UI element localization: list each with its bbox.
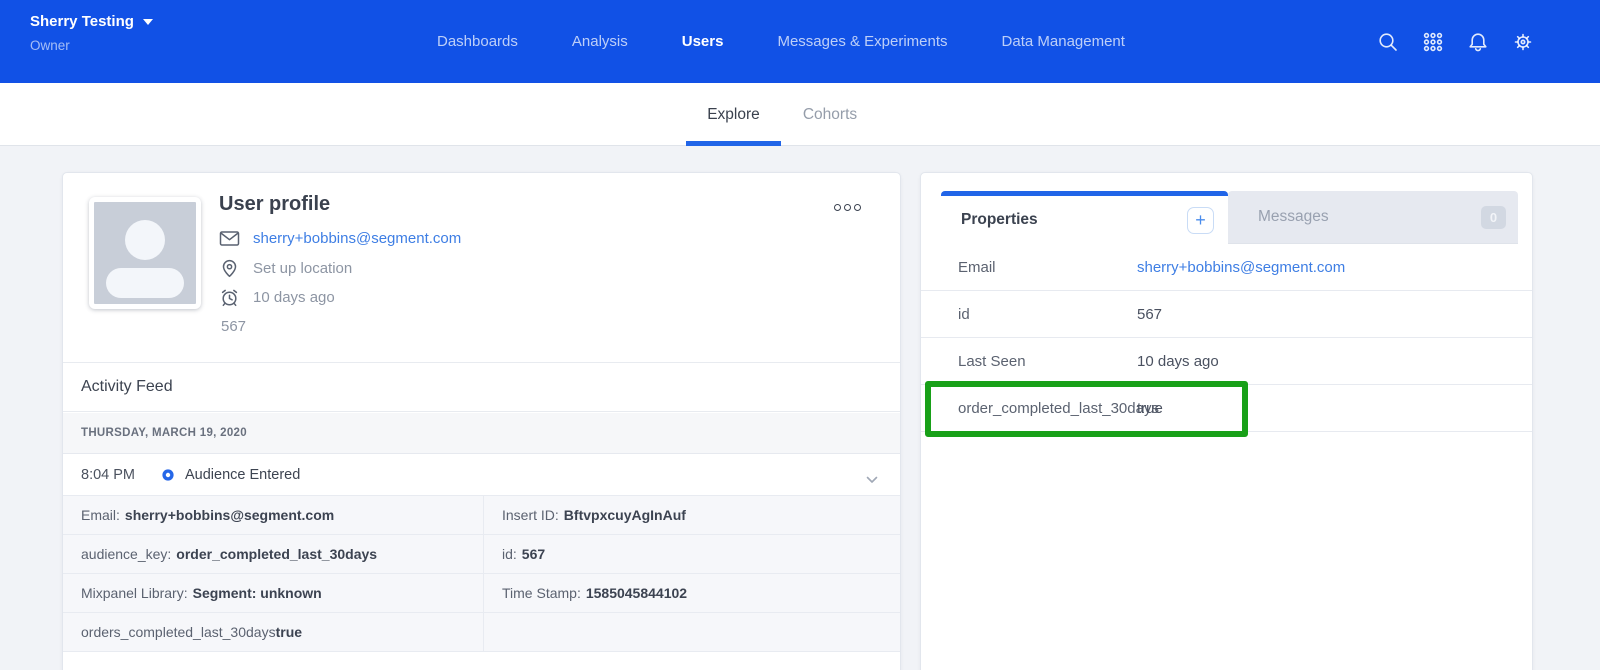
detail-cell-audience-key: audience_key:order_completed_last_30days [63, 535, 484, 574]
event-detail-table: Email:sherry+bobbins@segment.com Insert … [63, 495, 900, 652]
detail-cell-empty [484, 613, 900, 652]
property-key: Last Seen [921, 353, 1137, 370]
property-key: Email [921, 259, 1137, 276]
property-row-last-seen: Last Seen 10 days ago [921, 338, 1532, 385]
avatar-head-shape [125, 220, 165, 260]
tab-properties[interactable]: Properties + [941, 191, 1228, 244]
add-property-button[interactable]: + [1187, 207, 1214, 234]
table-row: Email:sherry+bobbins@segment.com Insert … [63, 496, 900, 535]
activity-date-label: THURSDAY, MARCH 19, 2020 [81, 427, 247, 439]
detail-cell-timestamp: Time Stamp:1585045844102 [484, 574, 900, 613]
property-row-id: id 567 [921, 291, 1532, 338]
avatar [89, 197, 201, 309]
top-navigation: Sherry Testing Owner Dashboards Analysis… [0, 0, 1600, 83]
tab-cohorts[interactable]: Cohorts [800, 83, 860, 146]
tab-properties-label: Properties [961, 211, 1187, 229]
chevron-down-icon[interactable] [866, 471, 878, 479]
table-row: audience_key:order_completed_last_30days… [63, 535, 900, 574]
nav-item-data-management[interactable]: Data Management [1002, 33, 1125, 50]
user-profile-card: User profile sherry+bobbins@segment.com … [62, 172, 901, 670]
avatar-torso-shape [106, 268, 184, 298]
tab-messages-label: Messages [1258, 208, 1481, 226]
tab-messages[interactable]: Messages 0 [1228, 191, 1518, 244]
detail-cell-insert-id: Insert ID:BftvpxcuyAgInAuf [484, 496, 900, 535]
profile-email-link[interactable]: sherry+bobbins@segment.com [253, 230, 461, 247]
activity-date-row: THURSDAY, MARCH 19, 2020 [63, 413, 900, 454]
more-options-button[interactable] [834, 204, 861, 211]
nav-item-analysis[interactable]: Analysis [572, 33, 628, 50]
tab-explore[interactable]: Explore [686, 83, 781, 146]
property-value: 10 days ago [1137, 353, 1219, 370]
activity-event-row[interactable]: 8:04 PM Audience Entered [63, 455, 900, 495]
apps-grid-icon[interactable] [1422, 31, 1444, 53]
event-time: 8:04 PM [81, 467, 161, 483]
detail-cell-orders-completed: orders_completed_last_30daystrue [63, 613, 484, 652]
profile-location-text[interactable]: Set up location [253, 260, 352, 277]
detail-cell-id: id:567 [484, 535, 900, 574]
project-name[interactable]: Sherry Testing [30, 13, 134, 30]
property-key: id [921, 306, 1137, 323]
profile-user-id: 567 [221, 318, 246, 335]
audience-dot-icon [161, 468, 175, 482]
property-value: 567 [1137, 306, 1162, 323]
profile-last-seen-text: 10 days ago [253, 289, 335, 306]
properties-panel: Properties + Messages 0 Email sherry+bob… [920, 172, 1533, 670]
nav-item-dashboards[interactable]: Dashboards [437, 33, 518, 50]
property-key: order_completed_last_30days [921, 400, 1137, 417]
detail-cell-library: Mixpanel Library:Segment: unknown [63, 574, 484, 613]
page-title: User profile [219, 193, 330, 216]
profile-last-seen-row: 10 days ago [219, 287, 335, 308]
project-role: Owner [30, 38, 153, 53]
location-pin-icon [219, 258, 240, 279]
nav-icon-group [1377, 0, 1534, 83]
envelope-icon [219, 228, 240, 249]
table-row: orders_completed_last_30daystrue [63, 613, 900, 652]
chevron-down-icon [143, 19, 153, 25]
main-nav: Dashboards Analysis Users Messages & Exp… [437, 0, 1125, 83]
messages-count-badge: 0 [1481, 206, 1506, 229]
project-switcher[interactable]: Sherry Testing Owner [30, 13, 153, 53]
event-name: Audience Entered [185, 467, 300, 483]
page-tabstrip: Explore Cohorts [0, 83, 1600, 146]
profile-email-row: sherry+bobbins@segment.com [219, 228, 461, 249]
detail-cell-email: Email:sherry+bobbins@segment.com [63, 496, 484, 535]
property-value: true [1137, 400, 1163, 417]
table-row: Mixpanel Library:Segment: unknown Time S… [63, 574, 900, 613]
activity-feed-header: Activity Feed [63, 362, 900, 412]
property-row-email: Email sherry+bobbins@segment.com [921, 244, 1532, 291]
alarm-clock-icon [219, 287, 240, 308]
nav-item-messages-experiments[interactable]: Messages & Experiments [777, 33, 947, 50]
property-list: Email sherry+bobbins@segment.com id 567 … [921, 244, 1532, 432]
settings-gear-icon[interactable] [1512, 31, 1534, 53]
panel-tabstrip: Properties + Messages 0 [921, 191, 1532, 244]
property-row-order-completed: order_completed_last_30days true [921, 385, 1532, 432]
notifications-bell-icon[interactable] [1467, 31, 1489, 53]
property-value-email-link[interactable]: sherry+bobbins@segment.com [1137, 259, 1345, 276]
search-icon[interactable] [1377, 31, 1399, 53]
tab-explore-label: Explore [707, 106, 760, 124]
nav-item-users[interactable]: Users [682, 33, 724, 50]
tab-cohorts-label: Cohorts [803, 106, 857, 124]
activity-feed-title: Activity Feed [81, 378, 173, 396]
profile-location-row: Set up location [219, 258, 352, 279]
